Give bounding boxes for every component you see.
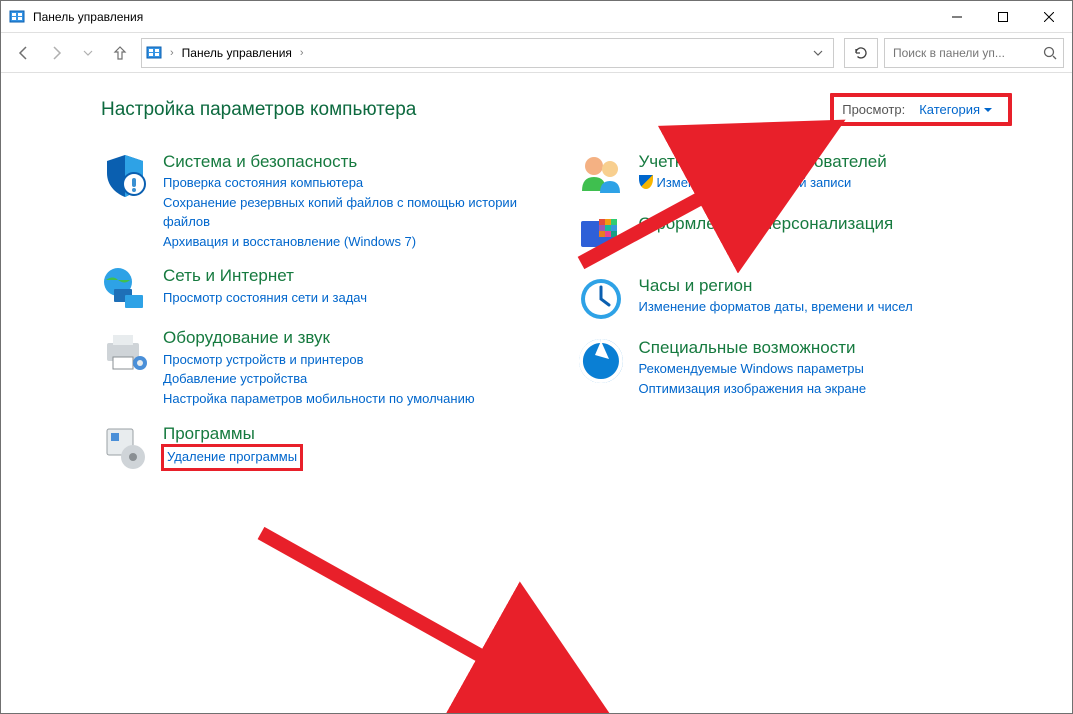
uninstall-program-link[interactable]: Удаление программы bbox=[163, 446, 301, 469]
category-system-security: Система и безопасность Проверка состояни… bbox=[101, 151, 537, 251]
globe-network-icon bbox=[101, 265, 149, 313]
back-button[interactable] bbox=[9, 38, 39, 68]
category-link[interactable]: Архивация и восстановление (Windows 7) bbox=[163, 233, 537, 252]
category-title[interactable]: Часы и регион bbox=[639, 275, 913, 297]
refresh-button[interactable] bbox=[844, 38, 878, 68]
recent-locations-dropdown[interactable] bbox=[73, 38, 103, 68]
category-programs: Программы Удаление программы bbox=[101, 423, 537, 471]
category-title[interactable]: Оборудование и звук bbox=[163, 327, 475, 349]
page-title: Настройка параметров компьютера bbox=[101, 99, 830, 121]
close-button[interactable] bbox=[1026, 1, 1072, 33]
address-bar[interactable]: › Панель управления › bbox=[141, 38, 834, 68]
category-accessibility: Специальные возможности Рекомендуемые Wi… bbox=[577, 337, 1013, 399]
category-link[interactable]: Рекомендуемые Windows параметры bbox=[639, 360, 867, 379]
control-panel-window: Панель управления › Панель управления › bbox=[0, 0, 1073, 714]
programs-icon bbox=[101, 423, 149, 471]
address-history-dropdown[interactable] bbox=[807, 48, 829, 58]
category-title[interactable]: Сеть и Интернет bbox=[163, 265, 367, 287]
search-input[interactable] bbox=[891, 45, 1037, 61]
category-link[interactable]: Настройка параметров мобильности по умол… bbox=[163, 390, 475, 409]
view-by-control: Просмотр: Категория bbox=[830, 93, 1012, 126]
category-title[interactable]: Система и безопасность bbox=[163, 151, 537, 173]
chevron-right-icon[interactable]: › bbox=[296, 47, 308, 59]
category-link[interactable]: Сохранение резервных копий файлов с помо… bbox=[163, 194, 537, 232]
category-title[interactable]: Оформление и персонализация bbox=[639, 213, 894, 235]
category-title[interactable]: Программы bbox=[163, 423, 301, 445]
category-hardware-sound: Оборудование и звук Просмотр устройств и… bbox=[101, 327, 537, 409]
titlebar: Панель управления bbox=[1, 1, 1072, 33]
category-user-accounts: Учетные записи пользователей Изменение т… bbox=[577, 151, 1013, 199]
category-link[interactable]: Изменение форматов даты, времени и чисел bbox=[639, 298, 913, 317]
shield-icon bbox=[101, 151, 149, 199]
accessibility-icon bbox=[577, 337, 625, 385]
category-link[interactable]: Проверка состояния компьютера bbox=[163, 174, 537, 193]
window-title: Панель управления bbox=[33, 10, 934, 24]
content-area: Настройка параметров компьютера Просмотр… bbox=[1, 73, 1072, 713]
view-by-label: Просмотр: bbox=[842, 102, 905, 117]
category-column-right: Учетные записи пользователей Изменение т… bbox=[577, 151, 1013, 413]
forward-button[interactable] bbox=[41, 38, 71, 68]
view-by-dropdown[interactable]: Категория bbox=[911, 100, 1000, 119]
category-link[interactable]: Оптимизация изображения на экране bbox=[639, 380, 867, 399]
category-link[interactable]: Изменение типа учетной записи bbox=[639, 174, 887, 193]
category-title[interactable]: Специальные возможности bbox=[639, 337, 867, 359]
category-appearance: Оформление и персонализация bbox=[577, 213, 1013, 261]
search-box[interactable] bbox=[884, 38, 1064, 68]
category-column-left: Система и безопасность Проверка состояни… bbox=[101, 151, 537, 485]
up-button[interactable] bbox=[105, 38, 135, 68]
category-link[interactable]: Добавление устройства bbox=[163, 370, 475, 389]
minimize-button[interactable] bbox=[934, 1, 980, 33]
control-panel-icon bbox=[9, 9, 25, 25]
category-network-internet: Сеть и Интернет Просмотр состояния сети … bbox=[101, 265, 537, 313]
control-panel-icon bbox=[146, 45, 162, 61]
monitor-personalization-icon bbox=[577, 213, 625, 261]
dropdown-caret-icon bbox=[984, 106, 992, 114]
clock-icon bbox=[577, 275, 625, 323]
category-title[interactable]: Учетные записи пользователей bbox=[639, 151, 887, 173]
users-icon bbox=[577, 151, 625, 199]
navigation-bar: › Панель управления › bbox=[1, 33, 1072, 73]
chevron-right-icon[interactable]: › bbox=[166, 47, 178, 59]
category-clock-region: Часы и регион Изменение форматов даты, в… bbox=[577, 275, 1013, 323]
breadcrumb[interactable]: Панель управления bbox=[182, 46, 292, 60]
annotation-arrow bbox=[241, 513, 621, 713]
maximize-button[interactable] bbox=[980, 1, 1026, 33]
printer-icon bbox=[101, 327, 149, 375]
category-link[interactable]: Просмотр состояния сети и задач bbox=[163, 289, 367, 308]
search-icon[interactable] bbox=[1043, 46, 1057, 60]
category-link[interactable]: Просмотр устройств и принтеров bbox=[163, 351, 475, 370]
